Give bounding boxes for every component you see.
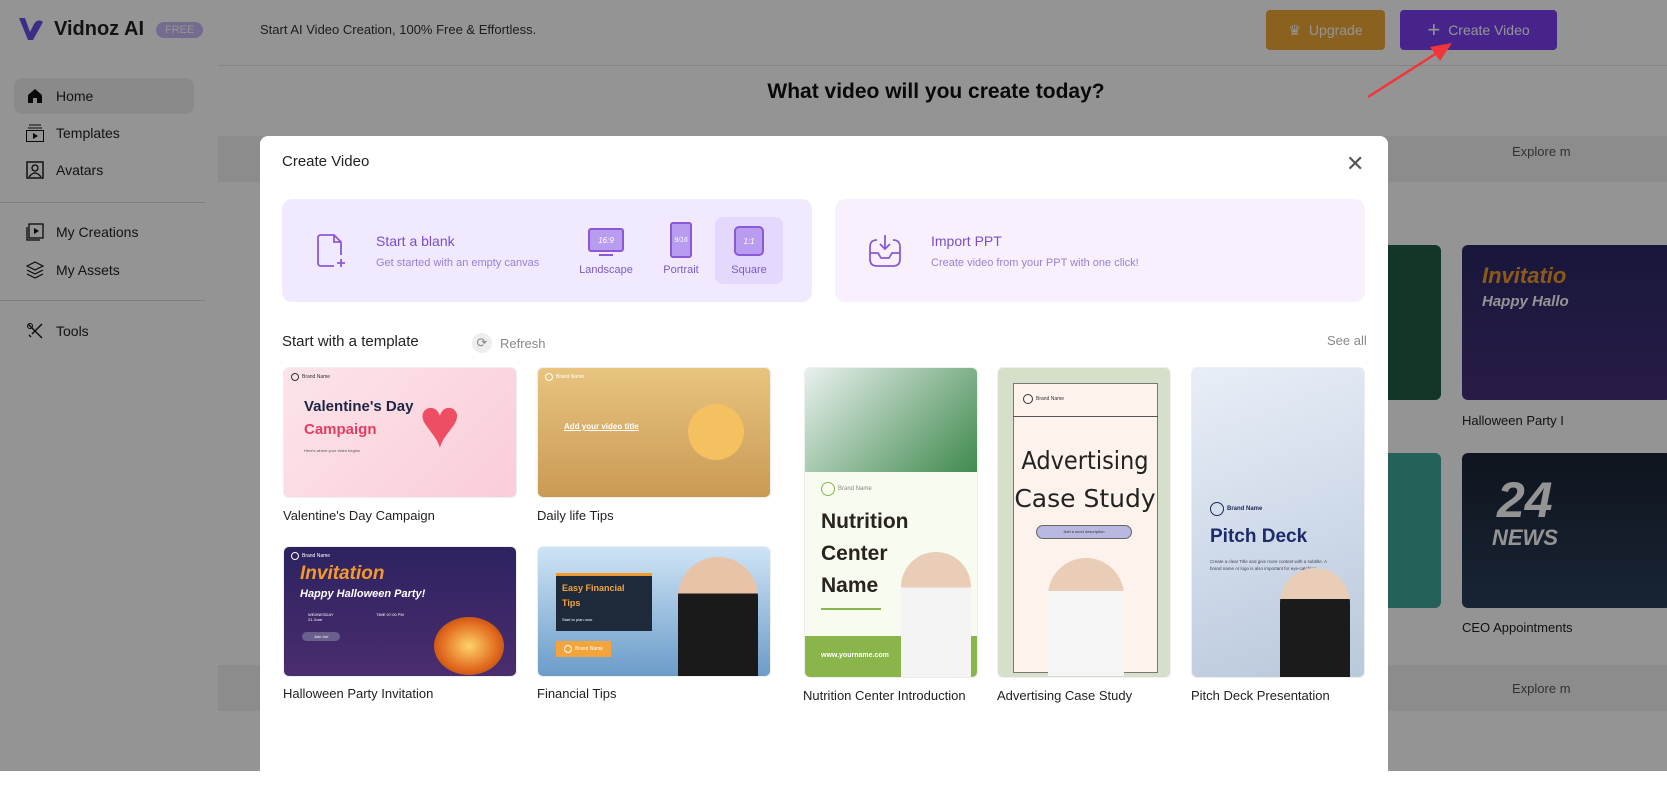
ratio-square[interactable]: 1:1 Square: [715, 217, 783, 284]
avatar-photo: [1280, 568, 1350, 677]
new-file-icon: [317, 233, 345, 267]
monitor-icon: 16:9: [588, 228, 624, 252]
avatar-photo: [1048, 558, 1124, 676]
template-thumbnail[interactable]: Brand Name Pitch Deck Create a clear Tit…: [1191, 367, 1365, 678]
close-icon[interactable]: ✕: [1346, 153, 1364, 175]
ratio-portrait[interactable]: 9/16 Portrait: [647, 217, 715, 284]
import-tray-icon: [869, 234, 901, 267]
template-label[interactable]: Valentine's Day Campaign: [283, 508, 435, 523]
product-photo: [805, 368, 977, 472]
template-label[interactable]: Daily life Tips: [537, 508, 614, 523]
template-thumbnail[interactable]: Brand Name Valentine's Day Campaign Here…: [283, 367, 517, 498]
heart-icon: ♥: [419, 384, 461, 462]
avatar-photo: [901, 552, 971, 677]
pumpkin-image: [434, 617, 504, 675]
section-title: Start with a template: [282, 333, 419, 350]
template-label[interactable]: Financial Tips: [537, 686, 616, 701]
see-all-link[interactable]: See all: [1327, 333, 1367, 348]
template-label[interactable]: Halloween Party Invitation: [283, 686, 433, 701]
refresh-button[interactable]: ⟳ Refresh: [472, 333, 546, 353]
avatar-photo: [678, 557, 758, 676]
template-thumbnail[interactable]: Brand Name Nutrition Center Name www.you…: [804, 367, 978, 678]
modal-title: Create Video: [282, 153, 370, 170]
template-label[interactable]: Nutrition Center Introduction: [803, 688, 966, 703]
refresh-icon: ⟳: [472, 333, 492, 353]
square-icon: 1:1: [734, 226, 764, 256]
start-blank-card[interactable]: Start a blank Get started with an empty …: [282, 199, 812, 302]
template-thumbnail[interactable]: Brand Name Advertising Case Study Add a …: [997, 367, 1171, 678]
template-label[interactable]: Pitch Deck Presentation: [1191, 688, 1330, 703]
ratio-landscape[interactable]: 16:9 Landscape: [572, 217, 640, 284]
phone-icon: 9/16: [670, 222, 692, 258]
template-label[interactable]: Advertising Case Study: [997, 688, 1132, 703]
avatar-photo: [688, 404, 744, 460]
template-thumbnail[interactable]: Easy Financial Tips Start to plan now. B…: [537, 546, 771, 677]
import-ppt-card[interactable]: Import PPT Create video from your PPT wi…: [835, 199, 1365, 302]
template-thumbnail[interactable]: Brand Name Invitation Happy Halloween Pa…: [283, 546, 517, 677]
annotation-arrow-icon: [1367, 43, 1452, 99]
create-video-modal: Create Video ✕ Start a blank Get started…: [260, 136, 1388, 786]
template-thumbnail[interactable]: Brand Name Add your video title: [537, 367, 771, 498]
